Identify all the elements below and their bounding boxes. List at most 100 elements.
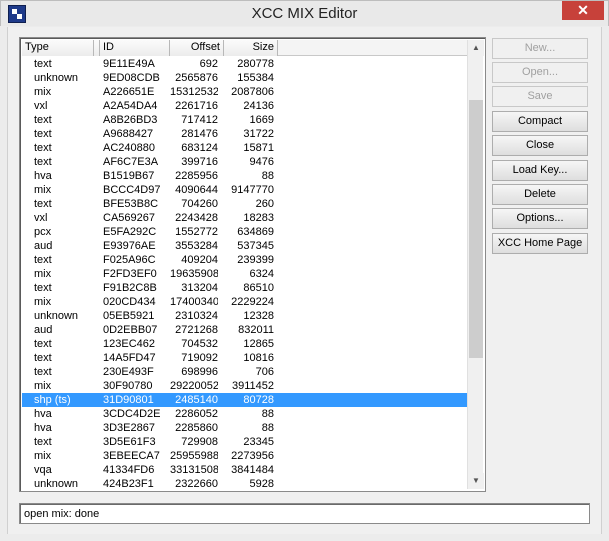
table-row[interactable]: text A8B26BD3 717412 1669 bbox=[22, 113, 468, 127]
row-type-cell: hva bbox=[34, 422, 52, 434]
row-offset-cell: 2286052 bbox=[175, 408, 218, 420]
row-size-cell: 12328 bbox=[243, 310, 274, 322]
column-header-id[interactable]: ID bbox=[100, 40, 170, 56]
table-row[interactable]: hva 3D3E2867 2285860 88 bbox=[22, 421, 468, 435]
scroll-up-arrow-icon[interactable]: ▲ bbox=[468, 40, 484, 56]
table-row[interactable]: text AF6C7E3A 399716 9476 bbox=[22, 155, 468, 169]
table-row[interactable]: text F91B2C8B 313204 86510 bbox=[22, 281, 468, 295]
table-row[interactable]: mix 3EBEECA7 25955988 2273956 bbox=[22, 449, 468, 463]
window-title: XCC MIX Editor bbox=[251, 5, 358, 22]
table-row[interactable]: text 230E493F 698996 706 bbox=[22, 365, 468, 379]
file-list[interactable]: Type ID Offset Size text 9E11E49A 692 28077… bbox=[19, 37, 486, 492]
row-type-cell: text bbox=[34, 282, 52, 294]
row-size-cell: 10816 bbox=[243, 352, 274, 364]
row-offset-cell: 2285956 bbox=[175, 170, 218, 182]
row-size-cell: 3841484 bbox=[231, 464, 274, 476]
row-offset-cell: 29220052 bbox=[170, 380, 218, 392]
table-row[interactable]: vqa 41334FD6 33131508 3841484 bbox=[22, 463, 468, 477]
table-row[interactable]: pcx E5FA292C 1552772 634869 bbox=[22, 225, 468, 239]
row-offset-cell: 2285860 bbox=[175, 422, 218, 434]
vertical-scrollbar[interactable]: ▲ ▼ bbox=[467, 40, 484, 489]
load-key-button[interactable]: Load Key... bbox=[492, 160, 588, 181]
row-size-cell: 239399 bbox=[237, 254, 274, 266]
table-row[interactable]: text 9E11E49A 692 280778 bbox=[22, 57, 468, 71]
table-row[interactable]: text BFE53B8C 704260 260 bbox=[22, 197, 468, 211]
row-size-cell: 80728 bbox=[243, 394, 274, 406]
row-type-cell: text bbox=[34, 58, 52, 70]
status-bar: open mix: done bbox=[19, 503, 590, 524]
table-row[interactable]: mix 30F90780 29220052 3911452 bbox=[22, 379, 468, 393]
column-header-size[interactable]: Size bbox=[224, 40, 278, 56]
compact-button[interactable]: Compact bbox=[492, 111, 588, 132]
table-row[interactable]: text A9688427 281476 31722 bbox=[22, 127, 468, 141]
row-offset-cell: 2243428 bbox=[175, 212, 218, 224]
row-offset-cell: 692 bbox=[199, 58, 218, 70]
row-type-cell: hva bbox=[34, 170, 52, 182]
row-type-cell: vqa bbox=[34, 464, 52, 476]
row-type-cell: text bbox=[34, 254, 52, 266]
table-row[interactable]: mix BCCC4D97 4090644 9147770 bbox=[22, 183, 468, 197]
row-type-cell: text bbox=[34, 142, 52, 154]
table-row[interactable]: text F025A96C 409204 239399 bbox=[22, 253, 468, 267]
list-header: Type ID Offset Size bbox=[22, 40, 482, 56]
close-window-button[interactable]: ✕ bbox=[562, 1, 604, 20]
table-row[interactable]: hva B1519B67 2285956 88 bbox=[22, 169, 468, 183]
row-offset-cell: 4090644 bbox=[175, 184, 218, 196]
row-type-cell: aud bbox=[34, 240, 53, 252]
table-row[interactable]: text 3D5E61F3 729908 23345 bbox=[22, 435, 468, 449]
column-header-offset[interactable]: Offset bbox=[170, 40, 224, 56]
row-size-cell: 706 bbox=[255, 366, 274, 378]
row-size-cell: 537345 bbox=[237, 240, 274, 252]
new-button[interactable]: New... bbox=[492, 38, 588, 59]
scroll-thumb[interactable] bbox=[469, 100, 483, 358]
close-button[interactable]: Close bbox=[492, 135, 588, 156]
row-offset-cell: 2565876 bbox=[175, 72, 218, 84]
row-offset-cell: 717412 bbox=[181, 114, 218, 126]
table-row[interactable]: mix A226651E 15312532 2087806 bbox=[22, 85, 468, 99]
table-row[interactable]: vxl A2A54DA4 2261716 24136 bbox=[22, 99, 468, 113]
table-row[interactable]: text 123EC462 704532 12865 bbox=[22, 337, 468, 351]
row-type-cell: text bbox=[34, 338, 52, 350]
table-row[interactable]: hva 3CDC4D2E 2286052 88 bbox=[22, 407, 468, 421]
row-size-cell: 86510 bbox=[243, 282, 274, 294]
column-header-type[interactable]: Type bbox=[22, 40, 94, 56]
row-offset-cell: 1552772 bbox=[175, 226, 218, 238]
table-row[interactable]: aud 0D2EBB07 2721268 832011 bbox=[22, 323, 468, 337]
table-row[interactable]: aud E93976AE 3553284 537345 bbox=[22, 239, 468, 253]
table-row[interactable]: mix F2FD3EF0 19635908 6324 bbox=[22, 267, 468, 281]
row-size-cell: 9147770 bbox=[231, 184, 274, 196]
row-offset-cell: 399716 bbox=[181, 156, 218, 168]
row-size-cell: 6324 bbox=[249, 268, 274, 280]
row-size-cell: 280778 bbox=[237, 58, 274, 70]
row-type-cell: pcx bbox=[34, 226, 52, 238]
row-offset-cell: 698996 bbox=[181, 366, 218, 378]
open-button[interactable]: Open... bbox=[492, 62, 588, 83]
table-row[interactable]: text AC240880 683124 15871 bbox=[22, 141, 468, 155]
table-row[interactable]: unknown 9ED08CDB 2565876 155384 bbox=[22, 71, 468, 85]
scroll-down-arrow-icon[interactable]: ▼ bbox=[468, 473, 484, 489]
client-area: Type ID Offset Size text 9E11E49A 692 28077… bbox=[7, 27, 602, 534]
row-offset-cell: 719092 bbox=[181, 352, 218, 364]
row-offset-cell: 17400340 bbox=[170, 296, 218, 308]
row-size-cell: 88 bbox=[261, 408, 274, 420]
row-size-cell: 155384 bbox=[237, 72, 274, 84]
row-offset-cell: 2322660 bbox=[175, 478, 218, 490]
table-row[interactable]: shp (ts) 31D90801 2485140 80728 bbox=[22, 393, 468, 407]
delete-button[interactable]: Delete bbox=[492, 184, 588, 205]
options-button[interactable]: Options... bbox=[492, 208, 588, 229]
row-size-cell: 88 bbox=[261, 422, 274, 434]
row-type-cell: vxl bbox=[34, 212, 48, 224]
row-size-cell: 31722 bbox=[243, 128, 274, 140]
table-row[interactable]: unknown 424B23F1 2322660 5928 bbox=[22, 477, 468, 491]
row-type-cell: unknown bbox=[34, 478, 79, 490]
save-button[interactable]: Save bbox=[492, 86, 588, 107]
row-size-cell: 3911452 bbox=[231, 380, 274, 392]
table-row[interactable]: unknown 05EB5921 2310324 12328 bbox=[22, 309, 468, 323]
row-type-cell: text bbox=[34, 198, 52, 210]
xcc-home-page-button[interactable]: XCC Home Page bbox=[492, 233, 588, 254]
table-row[interactable]: vxl CA569267 2243428 18283 bbox=[22, 211, 468, 225]
table-row[interactable]: mix 020CD434 17400340 2229224 bbox=[22, 295, 468, 309]
table-row[interactable]: text 14A5FD47 719092 10816 bbox=[22, 351, 468, 365]
row-offset-cell: 729908 bbox=[181, 436, 218, 448]
row-type-cell: text bbox=[34, 436, 52, 448]
